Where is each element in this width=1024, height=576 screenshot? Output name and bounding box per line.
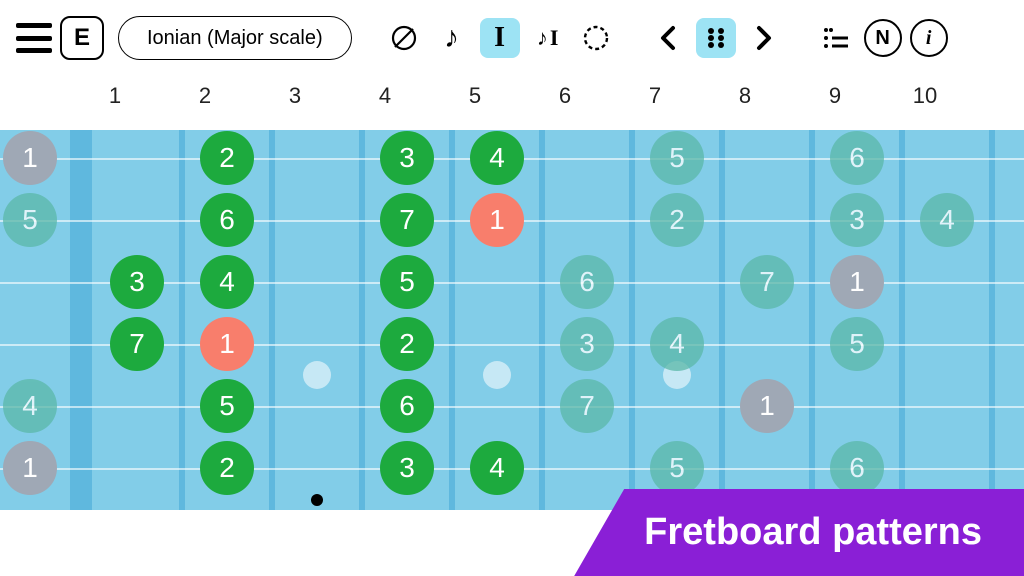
fret-number: 3 <box>250 83 340 109</box>
fret-wire <box>809 130 815 510</box>
note-dot[interactable]: 7 <box>560 379 614 433</box>
note-dot[interactable]: 5 <box>830 317 884 371</box>
note-dot[interactable]: 4 <box>200 255 254 309</box>
note-dot[interactable]: 3 <box>110 255 164 309</box>
fret-inlay <box>483 361 511 389</box>
note-dot[interactable]: 4 <box>920 193 974 247</box>
note-dot[interactable]: 2 <box>380 317 434 371</box>
fret-wire <box>179 130 185 510</box>
toolbar: E Ionian (Major scale) ♪ I ♪I N i <box>0 0 1024 76</box>
fret-number: 10 <box>880 83 970 109</box>
menu-icon[interactable] <box>16 23 52 53</box>
fret-number: 6 <box>520 83 610 109</box>
note-dot[interactable]: 3 <box>380 441 434 495</box>
note-dot[interactable]: 1 <box>470 193 524 247</box>
note-dot[interactable]: 6 <box>200 193 254 247</box>
dashed-circle-icon[interactable] <box>576 18 616 58</box>
fret-number: 5 <box>430 83 520 109</box>
fret-wire <box>539 130 545 510</box>
note-dot[interactable]: 4 <box>470 131 524 185</box>
note-dot[interactable]: 7 <box>740 255 794 309</box>
fret-number: 7 <box>610 83 700 109</box>
note-dot[interactable]: 3 <box>380 131 434 185</box>
note-dot[interactable]: 1 <box>200 317 254 371</box>
note-dot[interactable]: 6 <box>560 255 614 309</box>
fret-inlay <box>303 361 331 389</box>
interval-mode-button[interactable]: I <box>480 18 520 58</box>
info-button[interactable]: i <box>910 19 948 57</box>
fret-wire <box>899 130 905 510</box>
list-icon[interactable] <box>816 18 856 58</box>
fret-number: 9 <box>790 83 880 109</box>
fret-number: 2 <box>160 83 250 109</box>
note-dot[interactable]: 2 <box>200 441 254 495</box>
note-dot[interactable]: 4 <box>650 317 704 371</box>
note-dot[interactable]: 1 <box>830 255 884 309</box>
fret-number: 1 <box>70 83 160 109</box>
fret-wire <box>269 130 275 510</box>
fret-wire <box>989 130 995 510</box>
note-icon[interactable]: ♪ <box>432 18 472 58</box>
nav-button[interactable]: N <box>864 19 902 57</box>
note-dot[interactable]: 6 <box>380 379 434 433</box>
pattern-grid-icon[interactable] <box>696 18 736 58</box>
string-line <box>0 406 1024 408</box>
note-dot[interactable]: 1 <box>3 441 57 495</box>
note-dot[interactable]: 5 <box>650 441 704 495</box>
note-dot[interactable]: 1 <box>740 379 794 433</box>
fret-marker-dot <box>311 494 323 506</box>
note-dot[interactable]: 5 <box>650 131 704 185</box>
fret-number-row: 12345678910 <box>0 76 1024 116</box>
fret-wire <box>359 130 365 510</box>
note-dot[interactable]: 6 <box>830 131 884 185</box>
banner: Fretboard patterns <box>574 489 1024 576</box>
fret-wire <box>719 130 725 510</box>
note-dot[interactable]: 5 <box>200 379 254 433</box>
note-dot[interactable]: 4 <box>470 441 524 495</box>
fret-number: 8 <box>700 83 790 109</box>
root-key-button[interactable]: E <box>60 16 104 60</box>
scale-selector[interactable]: Ionian (Major scale) <box>118 16 352 60</box>
note-dot[interactable]: 2 <box>650 193 704 247</box>
note-interval-button[interactable]: ♪I <box>528 18 568 58</box>
chevron-left-icon[interactable] <box>648 18 688 58</box>
fretboard[interactable]: 154137264152375263414637524571631564 <box>0 130 1024 510</box>
clear-icon[interactable] <box>384 18 424 58</box>
note-dot[interactable]: 7 <box>380 193 434 247</box>
fret-wire <box>449 130 455 510</box>
note-dot[interactable]: 5 <box>3 193 57 247</box>
note-dot[interactable]: 6 <box>830 441 884 495</box>
note-dot[interactable]: 5 <box>380 255 434 309</box>
note-dot[interactable]: 4 <box>3 379 57 433</box>
note-dot[interactable]: 3 <box>830 193 884 247</box>
fret-number: 4 <box>340 83 430 109</box>
nut <box>70 130 92 510</box>
note-dot[interactable]: 3 <box>560 317 614 371</box>
note-dot[interactable]: 1 <box>3 131 57 185</box>
chevron-right-icon[interactable] <box>744 18 784 58</box>
note-dot[interactable]: 2 <box>200 131 254 185</box>
fret-wire <box>629 130 635 510</box>
note-dot[interactable]: 7 <box>110 317 164 371</box>
